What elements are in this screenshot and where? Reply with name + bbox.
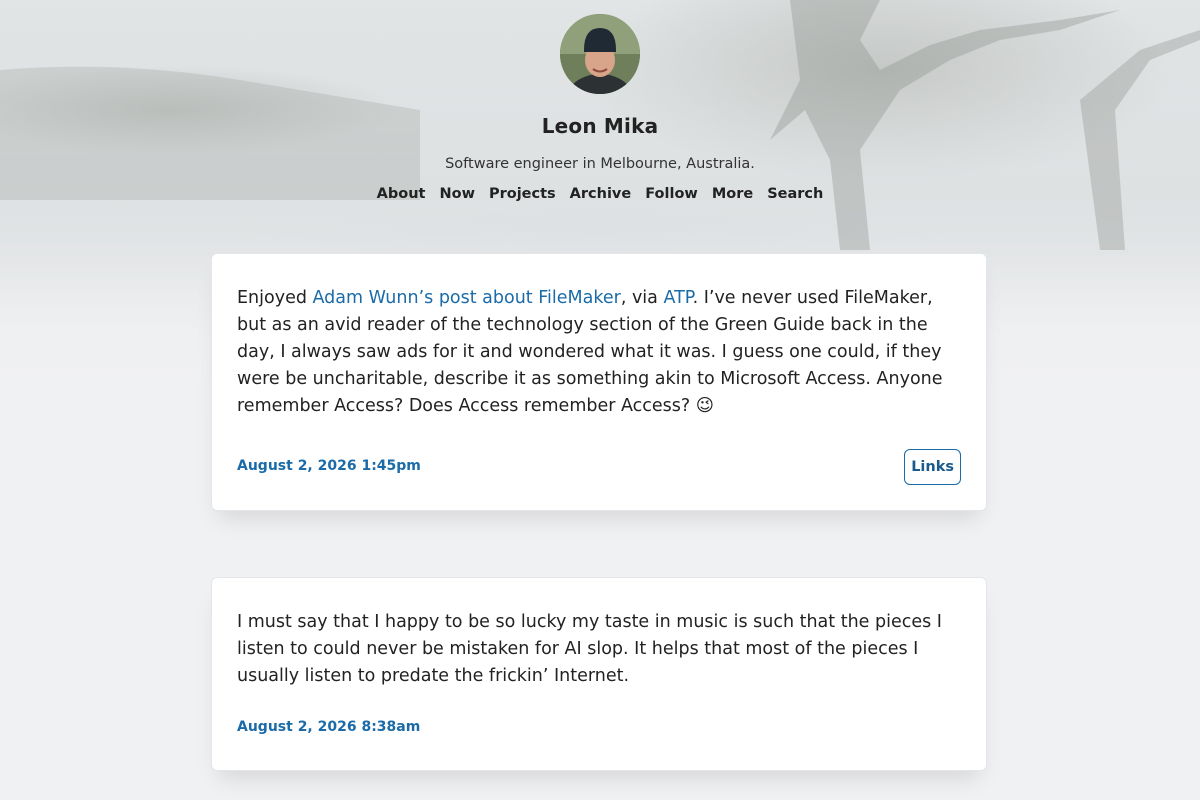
nav-item-archive[interactable]: Archive bbox=[570, 186, 632, 202]
post-card: Enjoyed Adam Wunn’s post about FileMaker… bbox=[211, 253, 987, 511]
nav-item-search[interactable]: Search bbox=[767, 186, 823, 202]
site-title[interactable]: Leon Mika bbox=[0, 114, 1200, 138]
post-date-link[interactable]: August 2, 2026 8:38am bbox=[237, 719, 420, 735]
nav-item-projects[interactable]: Projects bbox=[489, 186, 556, 202]
post-text: , via bbox=[620, 288, 664, 308]
post-link-adam-wunn[interactable]: Adam Wunn’s post about FileMaker bbox=[313, 288, 621, 308]
post-link-atp[interactable]: ATP bbox=[663, 288, 692, 308]
post-date-link[interactable]: August 2, 2026 1:45pm bbox=[237, 458, 421, 474]
nav-item-more[interactable]: More bbox=[712, 186, 753, 202]
nav-item-now[interactable]: Now bbox=[439, 186, 475, 202]
site-tagline: Software engineer in Melbourne, Australi… bbox=[445, 156, 755, 172]
tag-links-button[interactable]: Links bbox=[904, 449, 961, 485]
avatar-portrait-icon bbox=[560, 14, 640, 94]
nav-item-follow[interactable]: Follow bbox=[645, 186, 698, 202]
nav-item-about[interactable]: About bbox=[377, 186, 426, 202]
main-nav: About Now Projects Archive Follow More S… bbox=[0, 186, 1200, 202]
post-card: I must say that I happy to be so lucky m… bbox=[211, 577, 987, 771]
post-content: I must say that I happy to be so lucky m… bbox=[237, 612, 942, 686]
site-header: Leon Mika Software engineer in Melbourne… bbox=[0, 14, 1200, 202]
avatar[interactable] bbox=[560, 14, 640, 94]
post-content: Enjoyed Adam Wunn’s post about FileMaker… bbox=[237, 285, 961, 420]
post-text: Enjoyed bbox=[237, 288, 313, 308]
